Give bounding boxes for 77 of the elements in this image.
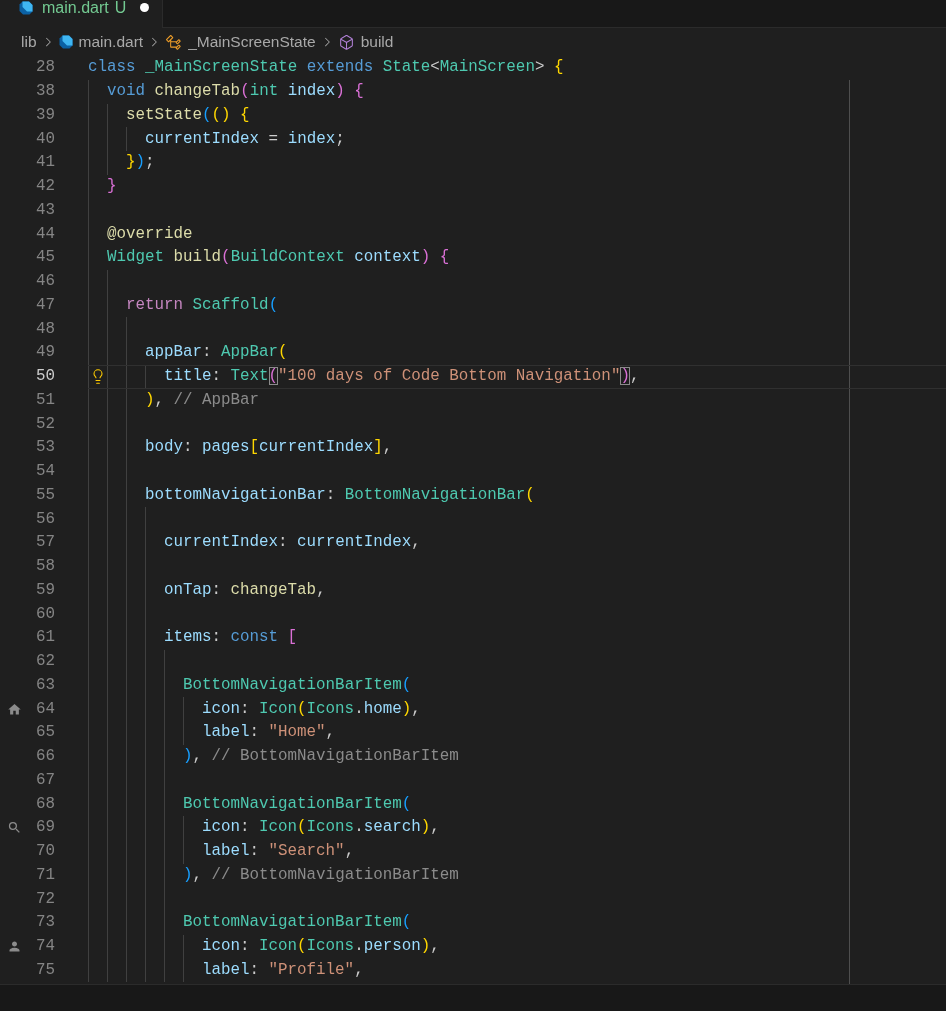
line-number: 57 [35, 533, 55, 553]
line-number: 56 [35, 509, 55, 529]
line-number: 50 [35, 367, 55, 387]
code-line: } [107, 177, 117, 197]
code-line: return Scaffold( [126, 295, 279, 315]
code-line: BottomNavigationBarItem( [183, 913, 412, 933]
code-line: BottomNavigationBarItem( [183, 794, 412, 814]
code-line: class _MainScreenState extends State<MainScreen> { [88, 58, 564, 78]
line-number: 51 [35, 390, 55, 410]
line-number: 75 [35, 960, 55, 980]
line-number: 58 [35, 557, 55, 577]
code-line: setState(() { [126, 105, 250, 125]
code-line: currentIndex = index; [145, 129, 345, 149]
line-number: 53 [35, 438, 55, 458]
breadcrumb-item[interactable]: main.dart [58, 33, 144, 51]
line-number: 42 [35, 177, 55, 197]
code-line: onTap: changeTab, [164, 580, 326, 600]
line-number: 47 [35, 295, 55, 315]
line-number: 59 [35, 580, 55, 600]
line-number: 49 [35, 343, 55, 363]
code-line: currentIndex: currentIndex, [164, 533, 421, 553]
line-number: 70 [35, 842, 55, 862]
editor-tab[interactable]: main.dart U [0, 0, 164, 28]
line-number: 45 [35, 248, 55, 268]
code-line: icon: Icon(Icons.home), [202, 699, 421, 719]
line-number: 73 [35, 913, 55, 933]
line-number: 63 [35, 675, 55, 695]
line-number: 71 [35, 865, 55, 885]
line-number: 64 [35, 699, 55, 719]
code-line: title: Text("100 days of Code Bottom Navigation"), [164, 367, 640, 387]
code-line: void changeTab(int index) { [107, 82, 364, 102]
code-line: }); [126, 153, 155, 173]
line-number: 55 [35, 485, 55, 505]
breadcrumb-item[interactable]: build [337, 33, 394, 51]
line-number: 72 [35, 889, 55, 909]
code-line: icon: Icon(Icons.search), [202, 818, 440, 838]
code-line: items: const [ [164, 628, 298, 648]
code-line: Widget build(BuildContext context) { [107, 248, 450, 268]
line-number: 62 [35, 652, 55, 672]
code-line: label: "Search", [202, 842, 355, 862]
line-number: 66 [35, 747, 55, 767]
code-line: ), // BottomNavigationBarItem [183, 865, 459, 885]
code-line: @override [107, 224, 193, 244]
line-number: 40 [35, 129, 55, 149]
code-line: body: pages[currentIndex], [145, 438, 393, 458]
code-line: label: "Home", [202, 723, 336, 743]
line-number: 54 [35, 462, 55, 482]
line-number: 41 [35, 153, 55, 173]
code-line: BottomNavigationBarItem( [183, 675, 412, 695]
line-number: 60 [35, 604, 55, 624]
lightbulb-icon[interactable] [90, 367, 106, 385]
line-number: 46 [35, 272, 55, 292]
line-number: 61 [35, 628, 55, 648]
breadcrumb-item[interactable]: lib [21, 33, 37, 51]
code-line: appBar: AppBar( [145, 343, 288, 363]
breadcrumb-item[interactable]: _MainScreenState [165, 33, 316, 51]
line-number: 28 [35, 58, 55, 78]
code-line: bottomNavigationBar: BottomNavigationBar( [145, 485, 535, 505]
line-number: 67 [35, 770, 55, 790]
code-line: ), // BottomNavigationBarItem [183, 747, 459, 767]
line-number: 44 [35, 224, 55, 244]
line-number: 74 [35, 937, 55, 957]
line-number: 68 [35, 794, 55, 814]
line-number: 65 [35, 723, 55, 743]
code-line: icon: Icon(Icons.person), [202, 937, 440, 957]
line-number: 48 [35, 319, 55, 339]
line-number: 39 [35, 105, 55, 125]
code-line: ), // AppBar [145, 390, 260, 410]
code-line: label: "Profile", [202, 960, 364, 980]
file-icon [19, 1, 33, 15]
file-icon [58, 35, 73, 49]
cube-icon [337, 33, 355, 51]
line-number: 69 [35, 818, 55, 838]
line-number: 43 [35, 200, 55, 220]
line-number: 52 [35, 414, 55, 434]
line-number: 38 [35, 82, 55, 102]
hierarchy-icon [165, 33, 183, 51]
